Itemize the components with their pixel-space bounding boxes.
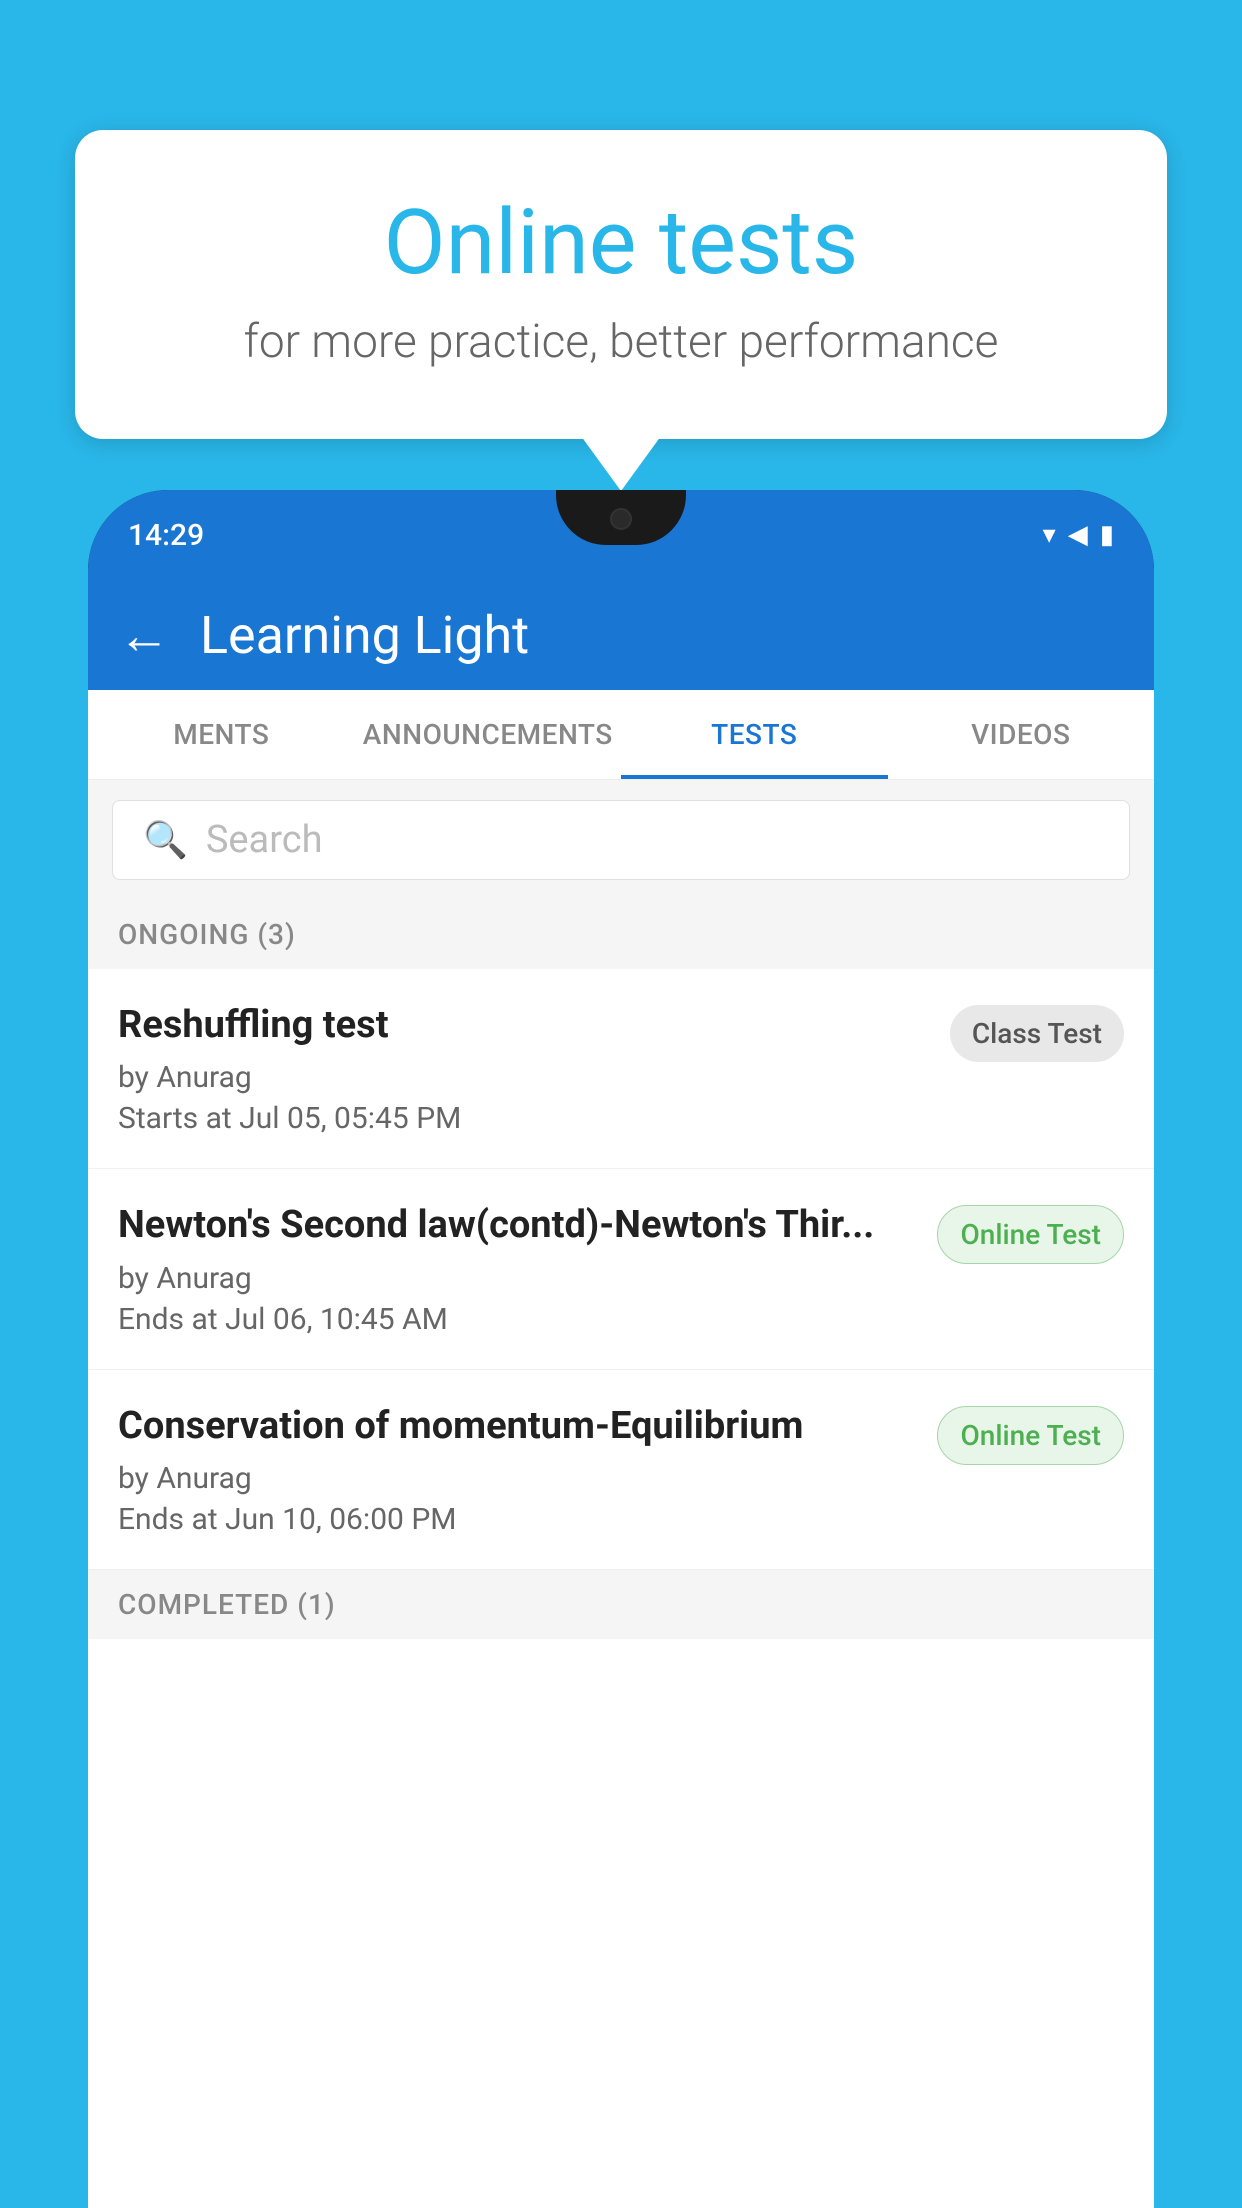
test-time: Ends at Jul 06, 10:45 AM: [118, 1302, 917, 1337]
status-bar: 14:29 ▾ ◀ ▮: [88, 490, 1154, 580]
phone-notch: [556, 490, 686, 545]
test-title: Conservation of momentum-Equilibrium: [118, 1402, 917, 1451]
completed-section-header: COMPLETED (1): [88, 1570, 1154, 1639]
test-info: Reshuffling test by Anurag Starts at Jul…: [118, 1001, 950, 1136]
back-button[interactable]: ←: [118, 605, 170, 666]
test-info: Conservation of momentum-Equilibrium by …: [118, 1402, 937, 1537]
test-item[interactable]: Conservation of momentum-Equilibrium by …: [88, 1370, 1154, 1570]
tab-ments[interactable]: MENTS: [88, 690, 355, 779]
ongoing-section-header: ONGOING (3): [88, 900, 1154, 969]
tab-tests[interactable]: TESTS: [621, 690, 888, 779]
search-icon: 🔍: [143, 819, 188, 861]
test-author: by Anurag: [118, 1060, 930, 1095]
front-camera: [610, 508, 632, 530]
wifi-icon: ▾: [1043, 520, 1056, 550]
bubble-subtitle: for more practice, better performance: [155, 315, 1087, 369]
test-author: by Anurag: [118, 1461, 917, 1496]
app-header: ← Learning Light: [88, 580, 1154, 690]
test-time: Starts at Jul 05, 05:45 PM: [118, 1101, 930, 1136]
search-container: 🔍 Search: [88, 780, 1154, 900]
test-item[interactable]: Reshuffling test by Anurag Starts at Jul…: [88, 969, 1154, 1169]
tab-videos[interactable]: VIDEOS: [888, 690, 1155, 779]
test-badge-class: Class Test: [950, 1005, 1124, 1062]
signal-icon: ◀: [1068, 520, 1088, 550]
status-time: 14:29: [128, 518, 204, 553]
tabs-bar: MENTS ANNOUNCEMENTS TESTS VIDEOS: [88, 690, 1154, 780]
test-badge-online: Online Test: [937, 1205, 1124, 1264]
test-title: Newton's Second law(contd)-Newton's Thir…: [118, 1201, 917, 1250]
battery-icon: ▮: [1100, 520, 1114, 550]
app-title: Learning Light: [200, 605, 529, 666]
search-placeholder: Search: [206, 818, 323, 862]
test-badge-online-2: Online Test: [937, 1406, 1124, 1465]
test-time: Ends at Jun 10, 06:00 PM: [118, 1502, 917, 1537]
test-info: Newton's Second law(contd)-Newton's Thir…: [118, 1201, 937, 1336]
phone-frame: 14:29 ▾ ◀ ▮ ← Learning Light MENTS ANNOU…: [88, 490, 1154, 2208]
status-icons: ▾ ◀ ▮: [1043, 520, 1114, 550]
test-item[interactable]: Newton's Second law(contd)-Newton's Thir…: [88, 1169, 1154, 1369]
test-author: by Anurag: [118, 1261, 917, 1296]
phone-screen: ← Learning Light MENTS ANNOUNCEMENTS TES…: [88, 580, 1154, 2208]
tests-list: Reshuffling test by Anurag Starts at Jul…: [88, 969, 1154, 1570]
promo-bubble: Online tests for more practice, better p…: [75, 130, 1167, 439]
bubble-title: Online tests: [155, 190, 1087, 295]
tab-announcements[interactable]: ANNOUNCEMENTS: [355, 690, 622, 779]
test-title: Reshuffling test: [118, 1001, 930, 1050]
search-bar[interactable]: 🔍 Search: [112, 800, 1130, 880]
